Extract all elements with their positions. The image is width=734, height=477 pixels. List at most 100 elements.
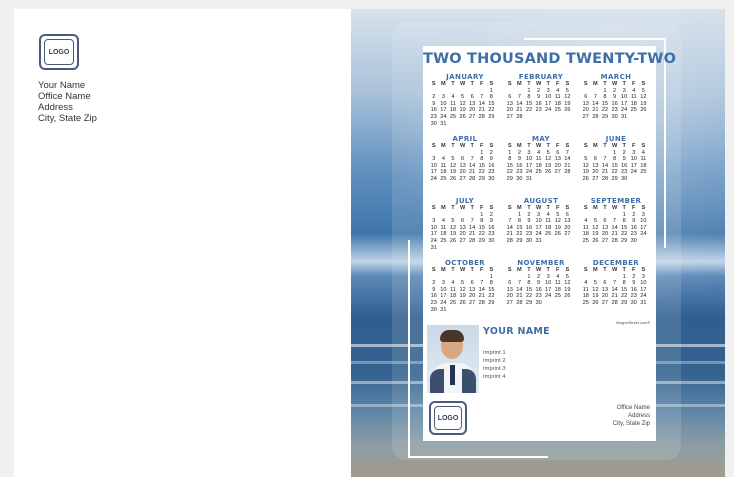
weekday-label: S <box>583 143 588 149</box>
weekday-header: SMTWTFS <box>429 81 503 88</box>
week-row: 4 5 6 7 8 9 10 <box>581 280 653 287</box>
day-cell: 27 <box>469 113 476 120</box>
day-cell: 13 <box>469 286 476 293</box>
day-cell: 30 <box>430 120 437 127</box>
day-cell: 9 <box>517 156 521 163</box>
weekday-label: F <box>556 267 560 273</box>
day-cell: 23 <box>535 293 542 300</box>
week-row: 10 11 12 13 14 15 16 <box>429 225 503 232</box>
weekday-label: T <box>546 267 550 273</box>
weekday-label: F <box>556 81 560 87</box>
day-cell: 13 <box>469 100 476 107</box>
day-cell <box>429 88 439 95</box>
weekday-label: S <box>565 267 570 273</box>
day-cell <box>563 300 573 307</box>
day-cell: 22 <box>525 293 533 300</box>
week-row: 19 20 21 22 23 24 25 <box>581 169 653 176</box>
day-cell: 21 <box>516 293 523 300</box>
weekday-label: W <box>535 267 542 273</box>
calendar-title: TWO THOUSAND TWENTY-TWO <box>423 51 677 67</box>
day-cell <box>467 274 477 281</box>
day-cell: 7 <box>470 156 474 163</box>
day-cell: 6 <box>470 280 474 287</box>
day-cell: 23 <box>630 231 637 238</box>
weekday-label: M <box>593 81 598 87</box>
weekday-label: T <box>470 143 474 149</box>
day-cell: 3 <box>641 273 645 280</box>
week-row: 4 5 6 7 8 9 10 <box>581 218 653 225</box>
day-cell: 11 <box>450 100 456 107</box>
day-cell: 15 <box>478 224 485 231</box>
day-cell: 13 <box>564 218 571 225</box>
day-cell: 25 <box>630 107 637 114</box>
day-cell: 21 <box>611 293 618 300</box>
month-november: NOVEMBER S M T W T F S 1 2 3 4 5 6 7 8 9 10 11 12 13 14 15 16 17… <box>503 259 579 321</box>
day-cell: 1 <box>603 87 607 94</box>
day-cell: 14 <box>611 224 618 231</box>
weekday-label: M <box>593 267 598 273</box>
jacket-left <box>430 369 444 393</box>
week-row: 26 27 28 29 30 <box>581 176 653 183</box>
day-cell: 25 <box>449 299 457 306</box>
weekday-label: T <box>622 267 626 273</box>
weekday-label: M <box>517 143 522 149</box>
day-cell: 5 <box>565 273 569 280</box>
day-cell: 8 <box>517 218 521 225</box>
weekday-label: S <box>583 81 588 87</box>
week-row: 27 28 <box>505 114 579 121</box>
day-cell: 9 <box>632 218 636 225</box>
day-cell: 5 <box>461 94 465 101</box>
day-cell: 24 <box>430 237 437 244</box>
day-cell <box>581 212 591 219</box>
day-cell: 19 <box>582 169 589 176</box>
month-name: MAY <box>532 135 550 143</box>
week-row: 12345 <box>505 88 579 95</box>
day-cell: 19 <box>449 169 457 176</box>
weekday-label: S <box>583 267 588 273</box>
day-cell: 16 <box>535 286 542 293</box>
weekday-label: F <box>480 267 484 273</box>
day-cell: 20 <box>564 224 571 231</box>
day-cell: 17 <box>440 293 447 300</box>
day-cell <box>543 114 553 121</box>
day-cell: 31 <box>440 306 447 313</box>
day-cell <box>591 150 601 157</box>
day-cell: 19 <box>459 107 466 114</box>
week-row: 1 <box>429 274 503 281</box>
weekday-header: SMTWTFS <box>505 205 579 212</box>
day-cell: 18 <box>582 231 589 238</box>
day-cell: 30 <box>535 299 542 306</box>
weekday-label: S <box>565 205 570 211</box>
day-cell: 14 <box>516 286 523 293</box>
day-cell: 8 <box>489 94 493 101</box>
day-cell: 8 <box>622 218 626 225</box>
day-cell: 2 <box>489 211 493 218</box>
week-row: 5 6 7 8 9 10 11 <box>581 156 653 163</box>
day-cell: 24 <box>440 113 447 120</box>
day-cell: 3 <box>632 149 636 156</box>
week-row: 21 22 23 24 25 26 27 <box>505 231 579 238</box>
day-cell: 19 <box>545 162 552 169</box>
week-row: 7 8 9 10 11 12 13 <box>505 218 579 225</box>
day-cell: 28 <box>516 113 523 120</box>
imprint-line: Imprint 1 <box>483 350 506 356</box>
day-cell: 25 <box>582 299 589 306</box>
day-cell: 22 <box>478 231 485 238</box>
day-cell: 1 <box>527 87 531 94</box>
day-cell: 15 <box>516 224 523 231</box>
weekday-label: T <box>546 143 550 149</box>
day-cell <box>467 88 477 95</box>
day-cell: 3 <box>537 211 541 218</box>
day-cell: 25 <box>640 169 647 176</box>
day-cell: 28 <box>564 169 571 176</box>
month-name: SEPTEMBER <box>590 197 642 205</box>
day-cell: 5 <box>593 280 597 287</box>
day-cell: 4 <box>546 211 550 218</box>
day-cell: 18 <box>535 162 542 169</box>
month-name: JULY <box>455 197 475 205</box>
day-cell: 1 <box>622 273 626 280</box>
day-cell: 25 <box>535 169 542 176</box>
day-cell: 11 <box>535 156 542 163</box>
day-cell <box>448 307 458 314</box>
day-cell: 14 <box>564 156 571 163</box>
